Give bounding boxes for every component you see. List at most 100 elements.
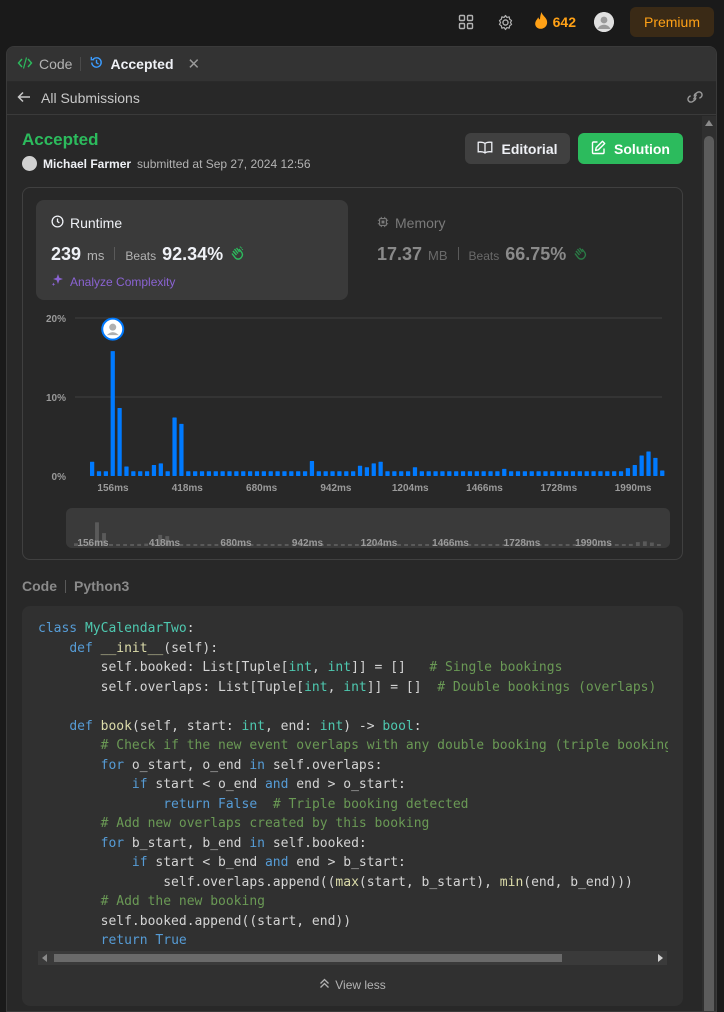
chart-bar [316, 471, 321, 476]
tab-accepted[interactable]: Accepted ✕ [89, 55, 200, 73]
x-tick-label: 1204ms [392, 483, 429, 494]
tab-accepted-label: Accepted [110, 56, 174, 72]
code-line: def book(self, start: int, end: int) -> … [69, 718, 422, 734]
tab-code[interactable]: Code [17, 56, 72, 73]
mini-tick-label: 680ms [220, 538, 252, 548]
streak-count: 642 [552, 14, 576, 30]
gear-icon[interactable] [495, 11, 517, 33]
code-line: self.booked: List[Tuple[int, int]] = [] … [38, 660, 563, 675]
mini-bar [614, 544, 619, 546]
chart-bar [330, 471, 335, 476]
chart-bar [227, 471, 232, 476]
mini-bar [635, 542, 640, 546]
runtime-value: 239 [51, 244, 82, 264]
divider [114, 247, 116, 260]
divider [65, 579, 66, 593]
code-viewport[interactable]: class MyCalendarTwo: def __init__(self):… [38, 619, 668, 949]
chart-bar [557, 471, 562, 476]
scroll-up-arrow[interactable] [705, 120, 713, 126]
mini-bar [109, 544, 113, 546]
layout-icon[interactable] [455, 11, 477, 33]
view-less-button[interactable]: View less [22, 978, 683, 992]
vertical-scrollbar[interactable] [702, 116, 716, 1011]
chart-bar [591, 471, 596, 476]
mini-tick-label: 1204ms [361, 538, 398, 548]
mini-bar [649, 542, 654, 546]
code-block[interactable]: class MyCalendarTwo: def __init__(self):… [22, 606, 683, 1006]
streak-counter[interactable]: 642 [534, 12, 576, 32]
chart-bar [577, 471, 582, 476]
solution-button[interactable]: Solution [578, 133, 683, 164]
link-icon[interactable] [686, 90, 704, 107]
mini-bar [354, 544, 359, 546]
runtime-distribution-chart[interactable]: 20% 10% 0% 156ms 418ms 680ms 942ms 1204ms 1466ms… [23, 306, 684, 506]
mini-bar [333, 544, 338, 546]
chart-bar [598, 471, 603, 476]
chart-bar [426, 471, 431, 476]
chart-bar [550, 471, 555, 476]
x-tick-label: 942ms [320, 483, 352, 494]
close-icon[interactable]: ✕ [188, 55, 201, 73]
mini-bar [551, 544, 556, 546]
memory-values: 17.37 MB Beats 66.75% [377, 244, 587, 265]
chart-bar [646, 451, 651, 476]
avatar[interactable] [593, 12, 614, 32]
runtime-box[interactable]: Runtime 239 ms Beats 92.34% Analyze Comp… [36, 200, 348, 300]
chart-bar [632, 464, 637, 476]
mini-bar [642, 541, 647, 546]
chart-range-scrubber[interactable]: 156ms 418ms 680ms 942ms 1204ms 1466ms 1728ms 19… [66, 508, 670, 548]
y-tick-label: 20% [46, 314, 66, 325]
mini-bar [137, 543, 142, 546]
premium-button[interactable]: Premium [629, 7, 714, 37]
chart-bar [309, 460, 315, 476]
scroll-left-arrow[interactable] [42, 954, 47, 962]
horizontal-scrollbar[interactable] [38, 951, 667, 965]
mini-bar [326, 544, 331, 546]
submitter-name[interactable]: Michael Farmer [43, 157, 131, 171]
code-line: self.overlaps.append((max(start, b_start… [38, 874, 633, 890]
chip-icon [377, 215, 389, 231]
fire-icon [534, 12, 548, 32]
y-tick-label: 10% [46, 393, 66, 404]
arrow-left-icon [17, 90, 31, 106]
back-label: All Submissions [41, 90, 140, 106]
chart-bar [254, 471, 260, 476]
user-avatar[interactable] [22, 156, 37, 171]
chart-bar [618, 471, 624, 476]
code-line: for o_start, o_end in self.overlaps: [100, 757, 383, 773]
divider [457, 247, 459, 260]
code-line: # Check if the new event overlaps with a… [100, 738, 668, 753]
editorial-button[interactable]: Editorial [465, 133, 570, 164]
mini-bar [200, 544, 205, 546]
scroll-right-arrow[interactable] [658, 954, 663, 962]
chart-bar [117, 408, 122, 476]
chart-bar [419, 471, 424, 476]
tab-code-label: Code [39, 56, 73, 72]
hscroll-thumb[interactable] [54, 954, 562, 962]
chart-bar [275, 471, 280, 476]
submission-status: Accepted [22, 130, 99, 149]
code-line: if start < b_end and end > b_start: [131, 855, 406, 870]
mini-bar [418, 544, 423, 546]
top-nav: 642 Premium [0, 0, 724, 44]
chart-bar [536, 471, 541, 476]
back-to-submissions[interactable]: All Submissions [17, 90, 140, 106]
analyze-complexity-link[interactable]: Analyze Complexity [51, 273, 175, 290]
chart-bar [474, 471, 479, 476]
result-marker-avatar [109, 323, 117, 331]
chart-bar [371, 463, 376, 476]
memory-box[interactable]: Memory 17.37 MB Beats 66.75% [362, 200, 672, 300]
chart-bar [289, 471, 294, 476]
code-line: self.overlaps: List[Tuple[int, int]] = [… [38, 679, 657, 695]
memory-beats-label: Beats [468, 249, 500, 263]
code-line: # Add new overlaps created by this booki… [100, 816, 430, 831]
mini-bar [481, 544, 486, 546]
mini-bar [474, 544, 479, 546]
clock-icon [51, 215, 64, 231]
chart-bar [509, 471, 514, 476]
mini-distribution-chart[interactable]: 156ms 418ms 680ms 942ms 1204ms 1466ms 1728ms 19… [66, 508, 670, 548]
scrollbar-thumb[interactable] [704, 136, 714, 1011]
code-line: # Add the new booking [100, 894, 265, 909]
memory-title-label: Memory [395, 215, 446, 231]
code-line: for b_start, b_end in self.booked: [100, 835, 367, 851]
